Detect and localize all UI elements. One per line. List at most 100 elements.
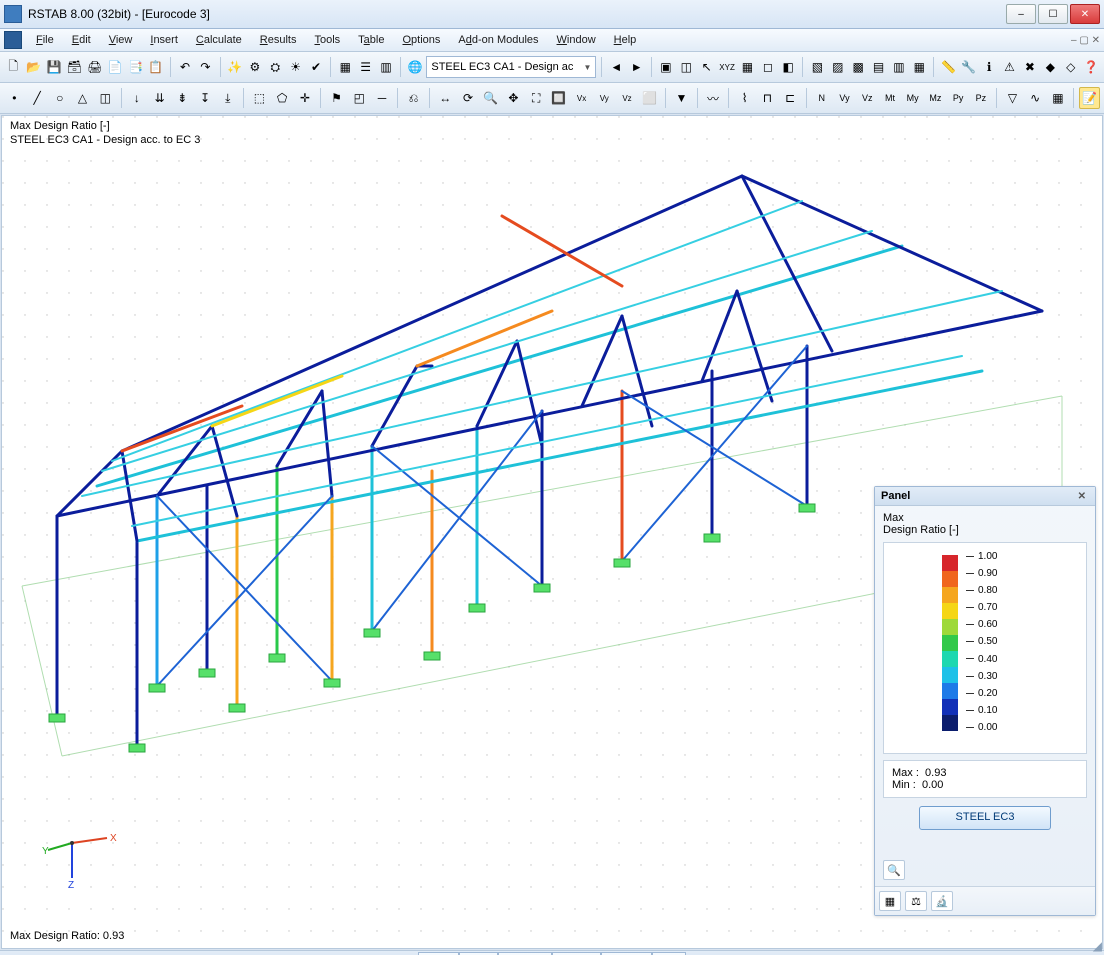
minimize-button[interactable]: –	[1006, 4, 1036, 24]
xyz-icon[interactable]: XYZ	[718, 56, 736, 78]
select-icon[interactable]: ⬚	[249, 87, 270, 109]
view3d-icon[interactable]: ⬜	[639, 87, 660, 109]
load-a-icon[interactable]: ↓	[127, 87, 148, 109]
tool-e-icon[interactable]: ▥	[890, 56, 908, 78]
maximize-button[interactable]: ☐	[1038, 4, 1068, 24]
member-icon[interactable]: ╱	[27, 87, 48, 109]
balance-icon[interactable]: ⚖	[905, 891, 927, 911]
measure-icon[interactable]: 📏	[939, 56, 957, 78]
move-icon[interactable]: ↔	[435, 87, 456, 109]
zoom-fit-icon[interactable]: ⛶	[526, 87, 547, 109]
vy-icon[interactable]: Vy	[594, 87, 615, 109]
delete-icon[interactable]: ✖	[1021, 56, 1039, 78]
view-iso-icon[interactable]: ▣	[657, 56, 675, 78]
table-icon[interactable]: ▦	[336, 56, 354, 78]
mod-a-icon[interactable]: ◆	[1041, 56, 1059, 78]
select-poly-icon[interactable]: ⬠	[272, 87, 293, 109]
list-icon[interactable]: ☰	[356, 56, 374, 78]
view-persp-icon[interactable]: ◫	[677, 56, 695, 78]
connect-icon[interactable]: ⎌	[403, 87, 424, 109]
hinge-icon[interactable]: ○	[49, 87, 70, 109]
frame-icon[interactable]: ⊓	[757, 87, 778, 109]
py-icon[interactable]: Py	[948, 87, 969, 109]
next-icon[interactable]: ►	[628, 56, 646, 78]
select-cross-icon[interactable]: ✛	[295, 87, 316, 109]
close-button[interactable]: ✕	[1070, 4, 1100, 24]
panel-header[interactable]: Panel ✕	[875, 487, 1095, 506]
cursor-icon[interactable]: ↖	[698, 56, 716, 78]
menu-tools[interactable]: Tools	[306, 32, 348, 48]
palette-icon[interactable]: ▦	[879, 891, 901, 911]
load-b-icon[interactable]: ⇊	[149, 87, 170, 109]
check-icon[interactable]: ✔	[307, 56, 325, 78]
microscope-icon[interactable]: 🔬	[931, 891, 953, 911]
vz-icon[interactable]: Vz	[617, 87, 638, 109]
world-icon[interactable]: 🌐	[406, 56, 424, 78]
menu-insert[interactable]: Insert	[142, 32, 186, 48]
menu-window[interactable]: Window	[549, 32, 604, 48]
vx-icon[interactable]: Vx	[571, 87, 592, 109]
vy2-icon[interactable]: Vy	[834, 87, 855, 109]
calc-icon[interactable]: ⚙	[246, 56, 264, 78]
mz-icon[interactable]: Mz	[925, 87, 946, 109]
undo-icon[interactable]: ↶	[176, 56, 194, 78]
resize-grip-icon[interactable]: ◢	[1093, 939, 1102, 953]
print-icon[interactable]: 🖨	[86, 56, 104, 78]
load-e-icon[interactable]: ⤓	[217, 87, 238, 109]
tool-f-icon[interactable]: ▦	[910, 56, 928, 78]
panel-icon[interactable]: ▥	[377, 56, 395, 78]
tool-c-icon[interactable]: ▩	[849, 56, 867, 78]
section-icon[interactable]: ◫	[95, 87, 116, 109]
help-icon[interactable]: ❓	[1082, 56, 1100, 78]
wizard-icon[interactable]: ✨	[225, 56, 243, 78]
mdi-window-controls[interactable]: – ▢ ✕	[1071, 35, 1100, 46]
redo-icon[interactable]: ↷	[196, 56, 214, 78]
pz-icon[interactable]: Pz	[970, 87, 991, 109]
mod-b-icon[interactable]: ◇	[1062, 56, 1080, 78]
note-icon[interactable]: 📝	[1079, 87, 1100, 109]
line-icon[interactable]: ─	[372, 87, 393, 109]
menu-edit[interactable]: Edit	[64, 32, 99, 48]
menu-results[interactable]: Results	[252, 32, 305, 48]
save-all-icon[interactable]: 🗃	[65, 56, 83, 78]
filter-icon[interactable]: ▼	[671, 87, 692, 109]
mt-icon[interactable]: Mt	[880, 87, 901, 109]
menu-addons[interactable]: Add-on Modules	[450, 32, 546, 48]
sun-icon[interactable]: ☀	[287, 56, 305, 78]
rotate-icon[interactable]: ⟳	[458, 87, 479, 109]
vz2-icon[interactable]: Vz	[857, 87, 878, 109]
new-icon[interactable]: 🗋	[4, 56, 22, 78]
tool-b-icon[interactable]: ▨	[829, 56, 847, 78]
warn-icon[interactable]: ⚠	[1000, 56, 1018, 78]
table2-icon[interactable]: ▦	[1048, 87, 1069, 109]
flag-icon[interactable]: ⚑	[326, 87, 347, 109]
my-icon[interactable]: My	[902, 87, 923, 109]
shape-icon[interactable]: ◰	[349, 87, 370, 109]
gear-icon[interactable]: ⛭	[266, 56, 284, 78]
open-icon[interactable]: 📂	[24, 56, 42, 78]
load-d-icon[interactable]: ↧	[195, 87, 216, 109]
support-icon[interactable]: △	[72, 87, 93, 109]
support-react-icon[interactable]: ▽	[1002, 87, 1023, 109]
info-icon[interactable]: ℹ	[980, 56, 998, 78]
node-icon[interactable]: •	[4, 87, 25, 109]
wrench-icon[interactable]: 🔧	[960, 56, 978, 78]
diagram-icon[interactable]: ⌇	[734, 87, 755, 109]
grid-icon[interactable]: ▦	[738, 56, 756, 78]
model-viewport[interactable]: Max Design Ratio [-] STEEL EC3 CA1 - Des…	[1, 115, 1103, 949]
clipboard-icon[interactable]: 📋	[147, 56, 165, 78]
save-icon[interactable]: 💾	[45, 56, 63, 78]
menu-file[interactable]: File	[28, 32, 62, 48]
deform-icon[interactable]: ∿	[1025, 87, 1046, 109]
zoom-win-icon[interactable]: 🔲	[549, 87, 570, 109]
tool-a-icon[interactable]: ▧	[808, 56, 826, 78]
box-icon[interactable]: ◻	[759, 56, 777, 78]
prev-icon[interactable]: ◄	[607, 56, 625, 78]
tool-d-icon[interactable]: ▤	[869, 56, 887, 78]
report-icon[interactable]: 📑	[126, 56, 144, 78]
print-preview-icon[interactable]: 📄	[106, 56, 124, 78]
loadcase-combo[interactable]: STEEL EC3 CA1 - Design ac ▼	[426, 56, 596, 78]
zoom-icon[interactable]: 🔍	[480, 87, 501, 109]
menu-table[interactable]: Table	[350, 32, 392, 48]
load-c-icon[interactable]: ⇟	[172, 87, 193, 109]
